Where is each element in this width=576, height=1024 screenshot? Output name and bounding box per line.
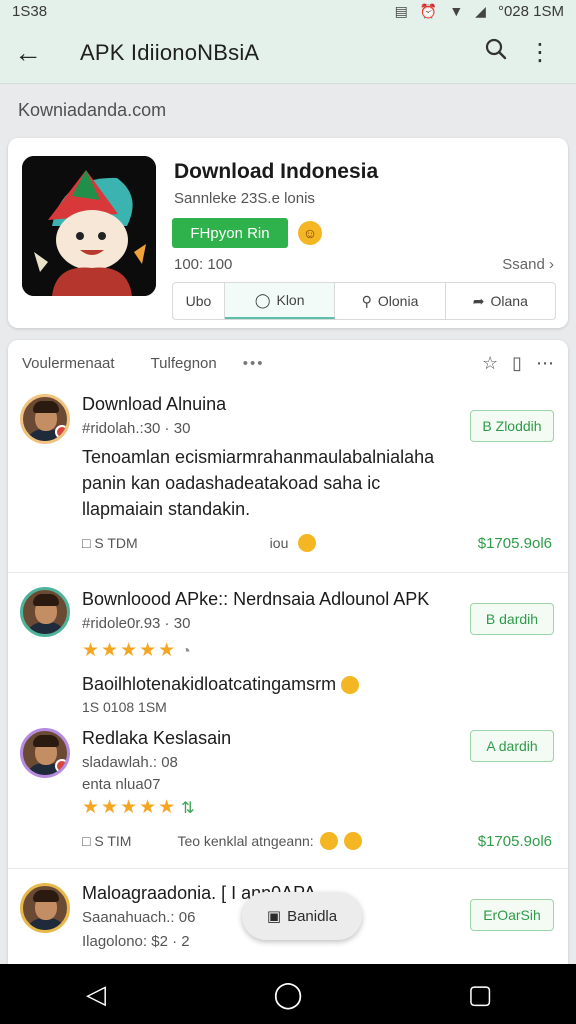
avatar <box>20 883 70 933</box>
emoji-icon <box>343 832 362 850</box>
avatar <box>20 728 70 778</box>
feed-post[interactable]: Redlaka Keslasain sladawlah.: 08 enta nl… <box>8 716 568 866</box>
clock-icon: ◔ <box>181 643 193 660</box>
post-foot-left: S TIM <box>94 833 132 849</box>
emoji-icon <box>319 832 338 850</box>
search-icon[interactable] <box>474 37 518 68</box>
post-meta: #ridole0r.93 · 30 <box>82 615 191 632</box>
feed-tab-2[interactable]: Tulfegnon <box>151 355 217 372</box>
app-bar-title: APK IdiionoNBsiA <box>80 39 260 65</box>
share-square-icon: ▣ <box>266 908 282 925</box>
site-url: Kowniadanda.com <box>18 100 167 120</box>
post-foot-left: S TDM <box>94 535 138 551</box>
emoji-icon: ☺ <box>298 221 322 245</box>
system-nav-bar: ◁ ◯ ▢ <box>0 964 576 1024</box>
post-meta: sladawlah.: 08 <box>82 754 178 771</box>
feed-header: Voulermenaat Tulfegnon ••• ☆ ▯ ⋯ <box>8 340 568 386</box>
rating-stars-value: ★★★★★ <box>82 640 178 661</box>
rating-stars-value: ★★★★★ <box>82 797 178 818</box>
post-footer: □ S TIM Teo kenklal atngeann: $1705.9ol6 <box>82 832 552 850</box>
post-title: Redlaka Keslasain <box>82 728 232 748</box>
app-stat: 100: 100 <box>174 256 233 273</box>
post-body: Tenoamlan ecismiarmrahanmaulabalnialaha … <box>82 447 435 519</box>
post-meta: #ridolah.:30 · 30 <box>82 420 191 437</box>
post-action-button[interactable]: B Zloddih <box>470 410 554 442</box>
action-tab-3[interactable]: ⚲ Olonia <box>335 283 446 319</box>
nav-back-icon[interactable]: ◁ <box>66 979 126 1010</box>
floating-chip-label: Banidla <box>287 907 338 925</box>
floating-action-chip[interactable]: ▣ Banidla <box>242 892 362 940</box>
feed-post[interactable]: Download Alnuina #ridolah.:30 · 30 B Zlo… <box>8 386 568 572</box>
post-action-button[interactable]: B dardih <box>470 603 554 635</box>
app-subtitle: Sannleke 23S.e lonis <box>174 190 315 207</box>
feed-tab-1[interactable]: Voulermenaat <box>22 355 115 372</box>
app-icon[interactable] <box>22 156 156 296</box>
post-foot-mid: iou <box>269 535 289 551</box>
more-vert-icon[interactable]: ⋮ <box>518 38 562 67</box>
app-card: Download Indonesia Sannleke 23S.e lonis … <box>8 138 568 328</box>
post-foot-mid: Teo kenklal atngeann: <box>177 833 314 849</box>
back-arrow-icon[interactable]: ← <box>14 37 50 69</box>
feed-card: Voulermenaat Tulfegnon ••• ☆ ▯ ⋯ Downloa… <box>8 340 568 980</box>
wifi-icon: ▼ <box>449 3 464 19</box>
status-bar: 1S38 ▤ ⏰ ▼ ◢ °028 1SM <box>0 0 576 22</box>
action-tab-3-label: Olonia <box>377 293 419 309</box>
post-body: Baoilhlotenakidloatcatingamsrm <box>82 671 462 697</box>
post-title: Bownloood APke:: Nerdnsaia Adlounol APK <box>82 589 430 609</box>
action-tab-2-label: Klon <box>276 292 305 308</box>
feed-actions: ☆ ▯ ⋯ <box>482 353 554 374</box>
app-bar: ← APK IdiionoNBsiA ⋮ <box>0 22 576 84</box>
post-meta-2: Ilagolono: $2 · 2 <box>82 933 190 950</box>
status-battery-text: °028 1SM <box>497 2 564 20</box>
loop-icon: ◯ <box>254 291 271 308</box>
post-price: $1705.9ol6 <box>477 534 552 552</box>
post-footer: 1S 0108 1SM <box>82 699 552 715</box>
action-tab-4[interactable]: ➦ Olana <box>446 283 555 319</box>
post-meta: Saanahuach.: 06 <box>82 909 196 926</box>
avatar <box>20 587 70 637</box>
post-foot-left: 1S 0108 1SM <box>82 699 167 715</box>
post-action-button[interactable]: A dardih <box>470 730 554 762</box>
emoji-icon <box>341 676 360 695</box>
see-all-link[interactable]: Ssand › <box>502 256 554 273</box>
see-all-label: Ssand <box>502 256 545 273</box>
alarm-icon: ⏰ <box>419 2 438 19</box>
post-title: Download Alnuina <box>82 394 227 414</box>
post-action-button[interactable]: ErOarSih <box>470 899 554 931</box>
nav-recents-icon[interactable]: ▢ <box>450 979 510 1010</box>
nav-home-icon[interactable]: ◯ <box>258 979 318 1010</box>
emoji-icon <box>298 534 317 552</box>
action-tab-1-label: Ubo <box>185 293 212 309</box>
post-meta-2: enta nlua07 <box>82 776 161 793</box>
person-icon: ⚲ <box>361 292 372 309</box>
more-horiz-icon[interactable]: ⋯ <box>536 353 554 374</box>
avatar <box>20 394 70 444</box>
action-tab-1[interactable]: Ubo <box>173 283 225 319</box>
rating-stars: ★★★★★ ⇅ <box>82 796 197 819</box>
app-action-row: Ubo ◯ Klon ⚲ Olonia ➦ Olana <box>172 282 556 320</box>
bookmark-icon[interactable]: ▯ <box>512 353 522 374</box>
share-icon: ➦ <box>472 292 485 309</box>
post-price: $1705.9ol6 <box>477 832 552 850</box>
feed-post[interactable]: Bownloood APke:: Nerdnsaia Adlounol APK … <box>8 572 568 715</box>
thumbs-icon: ⇅ <box>181 800 197 817</box>
rating-stars: ★★★★★ ◔ <box>82 639 193 662</box>
action-tab-4-label: Olana <box>490 293 528 309</box>
share-square-icon[interactable]: □ <box>82 833 94 849</box>
post-body-text: Baoilhlotenakidloatcatingamsrm <box>82 674 337 694</box>
share-square-icon[interactable]: □ <box>82 535 94 551</box>
action-tab-2[interactable]: ◯ Klon <box>225 283 336 319</box>
app-name: Download Indonesia <box>174 160 379 183</box>
signal-icon: ◢ <box>475 2 486 19</box>
more-dots-icon[interactable]: ••• <box>243 355 265 372</box>
star-outline-icon[interactable]: ☆ <box>482 353 498 374</box>
vibrate-icon: ▤ <box>394 2 408 19</box>
post-footer: □ S TDM iou $1705.9ol6 <box>82 534 552 552</box>
install-button[interactable]: FHpyon Rin <box>172 218 288 248</box>
status-icons: ▤ ⏰ ▼ ◢ °028 1SM <box>395 3 564 20</box>
status-time: 1S38 <box>12 2 48 20</box>
